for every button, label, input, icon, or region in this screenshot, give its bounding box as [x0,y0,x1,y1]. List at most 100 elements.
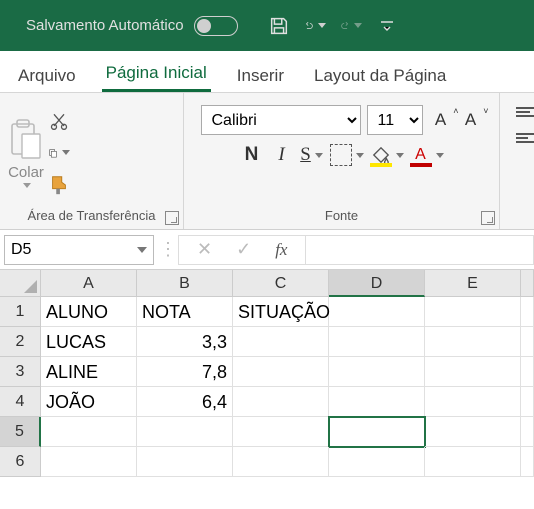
column-headers: A B C D E [0,270,534,297]
tab-inserir[interactable]: Inserir [233,58,288,92]
cell-f1[interactable] [521,297,534,327]
ribbon: Colar Área de Transferência Cal [0,93,534,230]
select-all-button[interactable] [0,270,41,297]
col-header-c[interactable]: C [233,270,329,297]
row-header-3[interactable]: 3 [0,357,41,387]
cell-c3[interactable] [233,357,329,387]
grid-rows: 1 ALUNO NOTA SITUAÇÃO 2 LUCAS 3,3 3 ALIN… [0,297,534,477]
undo-button[interactable] [304,15,326,37]
row-header-1[interactable]: 1 [0,297,41,327]
cell-c6[interactable] [233,447,329,477]
cell-e1[interactable] [425,297,521,327]
group-font: Calibri 11 A˄ A˅ N I S A [184,93,500,229]
formula-bar: D5 ⋮ ✕ ✓ fx [0,230,534,270]
cell-c1[interactable]: SITUAÇÃO [233,297,329,327]
cell-a6[interactable] [41,447,137,477]
cell-e3[interactable] [425,357,521,387]
insert-function-button[interactable]: fx [275,240,287,260]
align-top-button[interactable] [516,105,526,119]
cell-reference: D5 [11,241,31,259]
paste-label: Colar [8,164,44,181]
table-row: 3 ALINE 7,8 [0,357,534,387]
redo-button[interactable] [340,15,362,37]
cell-f5[interactable] [521,417,534,447]
decrease-font-button[interactable]: A˅ [459,108,483,132]
borders-button[interactable] [330,144,364,166]
cut-button[interactable] [48,110,70,132]
row-header-2[interactable]: 2 [0,327,41,357]
cell-b2[interactable]: 3,3 [137,327,233,357]
toggle-off-icon[interactable] [194,16,238,36]
border-icon [330,144,352,166]
chevron-down-icon [62,150,70,155]
cell-c5[interactable] [233,417,329,447]
cell-e4[interactable] [425,387,521,417]
font-name-select[interactable]: Calibri [201,105,361,135]
cell-f6[interactable] [521,447,534,477]
col-header-d[interactable]: D [329,270,425,297]
col-header-a[interactable]: A [41,270,137,297]
cell-b5[interactable] [137,417,233,447]
cell-a1[interactable]: ALUNO [41,297,137,327]
chevron-down-icon [315,153,323,158]
cell-b4[interactable]: 6,4 [137,387,233,417]
cell-d5[interactable] [329,417,425,447]
cell-a5[interactable] [41,417,137,447]
cell-a3[interactable]: ALINE [41,357,137,387]
col-header-b[interactable]: B [137,270,233,297]
cell-f4[interactable] [521,387,534,417]
chevron-down-icon [354,23,362,28]
format-painter-button[interactable] [48,174,70,196]
cell-d4[interactable] [329,387,425,417]
customize-qat-button[interactable] [376,15,398,37]
paste-button[interactable]: Colar [8,118,44,188]
align-left-button[interactable] [516,131,526,145]
formula-input[interactable] [306,235,534,265]
fill-color-button[interactable] [370,146,404,164]
spreadsheet-grid: A B C D E 1 ALUNO NOTA SITUAÇÃO 2 LUCAS … [0,270,534,477]
dialog-launcher-icon[interactable] [165,211,179,225]
name-box[interactable]: D5 [4,235,154,265]
cell-c2[interactable] [233,327,329,357]
cell-c4[interactable] [233,387,329,417]
cell-d3[interactable] [329,357,425,387]
cell-a4[interactable]: JOÃO [41,387,137,417]
save-icon[interactable] [268,15,290,37]
cell-e5[interactable] [425,417,521,447]
cell-d6[interactable] [329,447,425,477]
chevron-down-icon[interactable] [23,183,31,188]
italic-button[interactable]: I [270,143,294,167]
cell-b1[interactable]: NOTA [137,297,233,327]
cell-f3[interactable] [521,357,534,387]
cell-b6[interactable] [137,447,233,477]
cell-b3[interactable]: 7,8 [137,357,233,387]
cell-d1[interactable] [329,297,425,327]
autosave-toggle[interactable]: Salvamento Automático [8,16,238,36]
tab-pagina-inicial[interactable]: Página Inicial [102,55,211,92]
underline-button[interactable]: S [300,143,324,167]
font-size-select[interactable]: 11 [367,105,423,135]
col-header-f[interactable] [521,270,534,297]
row-header-4[interactable]: 4 [0,387,41,417]
copy-button[interactable] [48,142,70,164]
cancel-formula-button[interactable]: ✕ [197,239,212,260]
cell-e2[interactable] [425,327,521,357]
tab-layout[interactable]: Layout da Página [310,58,450,92]
cell-f2[interactable] [521,327,534,357]
tab-arquivo[interactable]: Arquivo [14,58,80,92]
font-color-button[interactable]: A [410,146,444,164]
formula-bar-buttons: ✕ ✓ fx [178,235,306,265]
table-row: 2 LUCAS 3,3 [0,327,534,357]
bucket-icon [370,146,392,164]
row-header-5[interactable]: 5 [0,417,41,447]
cell-e6[interactable] [425,447,521,477]
enter-formula-button[interactable]: ✓ [236,239,251,260]
bold-button[interactable]: N [240,143,264,167]
cell-d2[interactable] [329,327,425,357]
increase-font-button[interactable]: A˄ [429,108,453,132]
row-header-6[interactable]: 6 [0,447,41,477]
chevron-down-icon [318,23,326,28]
cell-a2[interactable]: LUCAS [41,327,137,357]
col-header-e[interactable]: E [425,270,521,297]
dialog-launcher-icon[interactable] [481,211,495,225]
